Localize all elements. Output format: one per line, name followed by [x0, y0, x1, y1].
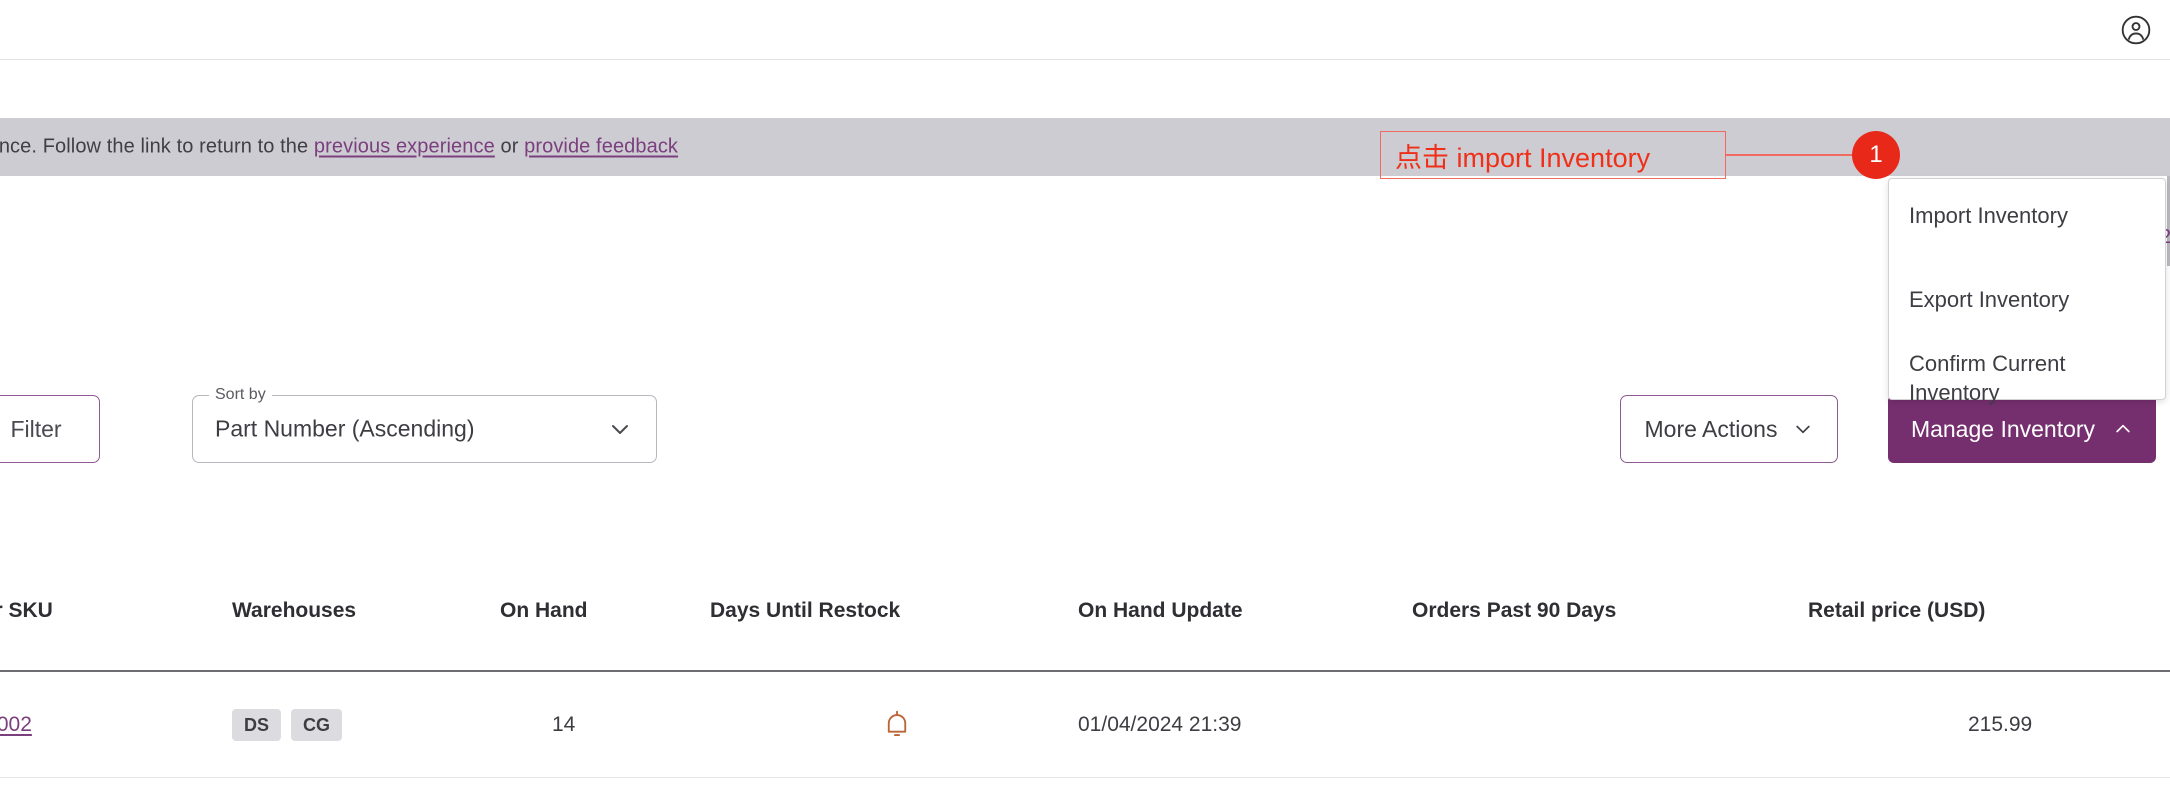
- experience-banner: nt experience. Follow the link to return…: [0, 118, 2170, 176]
- column-header-days-until-restock: Days Until Restock: [710, 599, 901, 622]
- bell-icon[interactable]: [882, 709, 912, 741]
- more-actions-label: More Actions: [1644, 415, 1778, 442]
- warehouse-chip: DS: [232, 708, 282, 741]
- column-header-warehouses: Warehouses: [232, 599, 357, 622]
- annotation-step-badge: 1: [1852, 131, 1900, 179]
- column-header-retail-price: Retail price (USD): [1808, 599, 1986, 622]
- annotation-text: 点击 import Inventory: [1395, 142, 1651, 173]
- chevron-down-icon[interactable]: [608, 417, 632, 441]
- banner-message: nt experience. Follow the link to return…: [0, 136, 678, 159]
- manage-inventory-label: Manage Inventory: [1910, 415, 2096, 442]
- filter-button-label: Filter: [10, 415, 62, 442]
- cell-on-hand-update: 01/04/2024 21:39: [1078, 712, 1242, 736]
- menu-item-confirm-current-inventory[interactable]: Confirm Current Inventory: [1909, 349, 2099, 407]
- table-row: D1002 DS CG 14 01/04/2024 21:39 215.99: [0, 672, 2170, 778]
- cell-on-hand: 14: [552, 712, 576, 736]
- annotation-callout-box: 点击 import Inventory: [1380, 131, 1726, 179]
- menu-item-export-inventory[interactable]: Export Inventory: [1909, 285, 2099, 314]
- column-header-on-hand: On Hand: [500, 599, 588, 622]
- column-header-sku: fair SKU: [0, 599, 53, 622]
- provide-feedback-link[interactable]: provide feedback: [524, 136, 678, 158]
- top-bar: [0, 0, 2170, 60]
- warehouse-chip: CG: [291, 708, 343, 741]
- banner-text-before: nt experience. Follow the link to return…: [0, 135, 309, 158]
- column-header-orders-past-90-days: Orders Past 90 Days: [1412, 599, 1617, 622]
- chevron-down-icon: [1793, 419, 1813, 439]
- cell-warehouses: DS CG: [232, 708, 343, 741]
- column-header-on-hand-update: On Hand Update: [1078, 599, 1243, 622]
- cell-days-until-restock: [882, 709, 912, 741]
- warehouse-chip-group: DS CG: [232, 708, 343, 741]
- manage-inventory-menu[interactable]: Import Inventory Export Inventory Confir…: [1888, 178, 2166, 405]
- cell-retail-price: 215.99: [1968, 712, 2033, 736]
- cell-sku: D1002: [0, 713, 32, 737]
- table-toolbar: Filter Sort by Part Number (Ascending) M…: [0, 385, 2170, 465]
- sort-by-label: Sort by: [209, 385, 272, 405]
- previous-experience-link[interactable]: previous experience: [314, 136, 495, 158]
- account-circle-icon[interactable]: [2120, 14, 2152, 46]
- banner-text-middle: or: [494, 135, 525, 158]
- chevron-up-icon: [2113, 419, 2133, 439]
- inventory-table: fair SKU Warehouses On Hand Days Until R…: [0, 565, 2170, 778]
- filter-button[interactable]: Filter: [0, 395, 100, 463]
- table-header-row: fair SKU Warehouses On Hand Days Until R…: [0, 565, 2170, 672]
- sku-link[interactable]: D1002: [0, 713, 32, 736]
- sort-by-value: Part Number (Ascending): [215, 415, 475, 442]
- more-actions-button[interactable]: More Actions: [1620, 395, 1838, 463]
- sort-by-select[interactable]: Sort by Part Number (Ascending): [192, 385, 657, 463]
- menu-item-import-inventory[interactable]: Import Inventory: [1909, 201, 2099, 230]
